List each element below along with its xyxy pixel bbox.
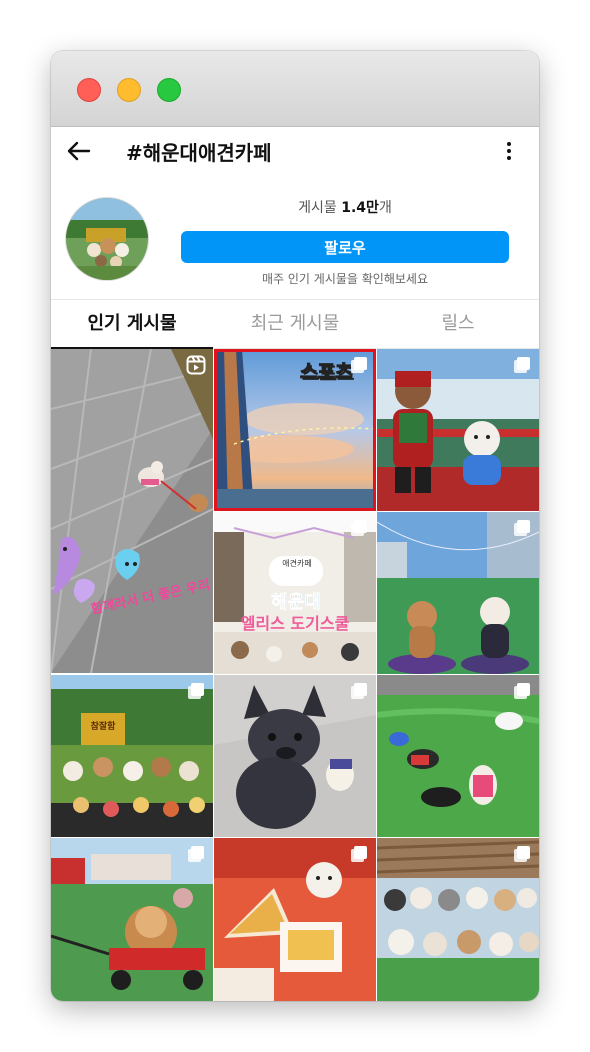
hashtag-title: #해운대애견카페 [126,141,272,165]
carousel-icon [186,681,206,701]
tab-recent-posts[interactable]: 최근 게시물 [214,300,376,348]
grid-post[interactable]: 애견카페 해운대 엘리스 도기스쿨 [214,512,376,674]
grid-post-reel[interactable]: 함께라서 더 좋은 우리 [51,349,213,673]
grid-post[interactable] [214,675,376,837]
reels-icon [186,355,206,375]
grid-post-selected[interactable]: 스포츠 [214,349,376,511]
hashtag-profile: 게시물 1.4만개 팔로우 매주 인기 게시물을 확인해보세요 [51,175,539,299]
close-window-button[interactable] [77,78,101,102]
zoom-window-button[interactable] [157,78,181,102]
hashtag-header: #해운대애견카페 [51,127,539,175]
grid-post[interactable] [377,512,539,674]
carousel-icon [512,518,532,538]
grid-post[interactable] [51,838,213,1001]
follow-button[interactable]: 팔로우 [181,231,509,263]
carousel-icon [349,518,369,538]
grid-post[interactable] [377,838,539,1001]
post-count: 게시물 1.4만개 [298,200,392,216]
carousel-icon [512,681,532,701]
post-overlay-text: 스포츠 [299,361,353,384]
minimize-window-button[interactable] [117,78,141,102]
more-vertical-icon[interactable] [499,139,519,163]
sign-text: 참잘함 [90,722,116,732]
follow-hint: 매주 인기 게시물을 확인해보세요 [261,272,428,286]
tab-top-posts[interactable]: 인기 게시물 [51,300,213,349]
grid-post[interactable] [214,838,376,1001]
hashtag-avatar [65,197,149,281]
carousel-icon [349,681,369,701]
post-grid: 함께라서 더 좋은 우리 스포츠 애견카페 해운대 엘리스 도기스쿨 참잘함 [51,349,539,1001]
carousel-icon [349,844,369,864]
tab-reels[interactable]: 릴스 [377,300,539,348]
carousel-icon [186,844,206,864]
window-titlebar [51,51,539,127]
post-tabs: 인기 게시물 최근 게시물 릴스 [51,299,539,349]
carousel-icon [349,355,369,375]
app-window: #해운대애견카페 게시물 1.4만개 팔로우 매주 인기 게시물을 확인해보세요… [51,51,539,1001]
promo-subtitle-text: 엘리스 도기스쿨 [240,614,350,633]
arrow-left-icon[interactable] [65,137,93,165]
promo-small-text: 애견카페 [282,559,312,568]
grid-post[interactable]: 참잘함 [51,675,213,837]
carousel-icon [512,844,532,864]
carousel-icon [512,355,532,375]
grid-post[interactable] [377,675,539,837]
grid-post[interactable] [377,349,539,511]
